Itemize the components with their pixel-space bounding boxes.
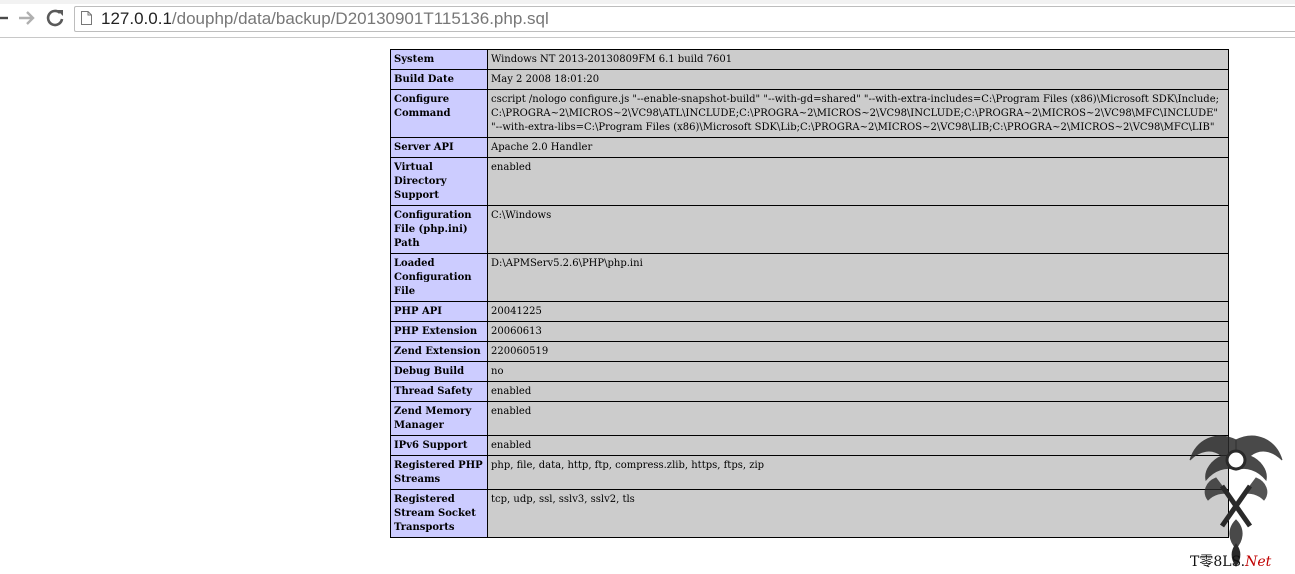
reload-icon[interactable] — [44, 8, 66, 28]
info-key: Registered PHP Streams — [390, 455, 488, 490]
toolbar-top-stripe — [0, 0, 1295, 4]
info-row: Thread Safety enabled — [390, 381, 1229, 402]
forward-arrow-icon[interactable] — [17, 8, 37, 28]
info-value: tcp, udp, ssl, sslv3, sslv2, tls — [487, 489, 1229, 538]
info-row: Loaded Configuration File D:\APMServ5.2.6… — [390, 253, 1229, 302]
info-value: C:\Windows — [487, 205, 1229, 254]
info-value: Windows NT 2013-20130809FM 6.1 build 760… — [487, 49, 1229, 70]
info-key: Zend Memory Manager — [390, 401, 488, 436]
dragon-logo-watermark — [1189, 435, 1283, 567]
info-row: Build Date May 2 2008 18:01:20 — [390, 69, 1229, 90]
info-key: Virtual Directory Support — [390, 157, 488, 206]
info-value: May 2 2008 18:01:20 — [487, 69, 1229, 90]
info-value: 220060519 — [487, 341, 1229, 362]
info-row: Configuration File (php.ini) Path C:\Wind… — [390, 205, 1229, 254]
info-value: D:\APMServ5.2.6\PHP\php.ini — [487, 253, 1229, 302]
info-key: Server API — [390, 137, 488, 158]
info-value: Apache 2.0 Handler — [487, 137, 1229, 158]
watermark-text: T零8LS.Net — [1190, 551, 1271, 571]
address-bar[interactable]: 127.0.0.1/douphp/data/backup/D20130901T1… — [74, 6, 1295, 32]
info-key: Configuration File (php.ini) Path — [390, 205, 488, 254]
info-key: Loaded Configuration File — [390, 253, 488, 302]
info-key: PHP API — [390, 301, 488, 322]
info-row: Registered Stream Socket Transports tcp, … — [390, 489, 1229, 538]
info-key: Zend Extension — [390, 341, 488, 362]
info-value: no — [487, 361, 1229, 382]
page-icon — [81, 11, 92, 25]
browser-toolbar: 127.0.0.1/douphp/data/backup/D20130901T1… — [0, 0, 1295, 38]
info-key: Build Date — [390, 69, 488, 90]
info-value: php, file, data, http, ftp, compress.zli… — [487, 455, 1229, 490]
info-row: Virtual Directory Support enabled — [390, 157, 1229, 206]
info-key: PHP Extension — [390, 321, 488, 342]
info-value: enabled — [487, 401, 1229, 436]
info-value: cscript /nologo configure.js "--enable-s… — [487, 89, 1229, 138]
back-arrow-icon[interactable] — [0, 8, 8, 28]
info-key: Debug Build — [390, 361, 488, 382]
watermark-text-black: T零8LS. — [1190, 554, 1246, 570]
info-key: Configure Command — [390, 89, 488, 138]
info-row: Configure Command cscript /nologo configu… — [390, 89, 1229, 138]
info-value: enabled — [487, 381, 1229, 402]
info-row: Debug Build no — [390, 361, 1229, 382]
info-row: System Windows NT 2013-20130809FM 6.1 bui… — [390, 49, 1229, 70]
info-value: 20041225 — [487, 301, 1229, 322]
url-host: 127.0.0.1 — [101, 9, 172, 28]
info-value: enabled — [487, 435, 1229, 456]
watermark-text-red: Net — [1245, 554, 1272, 570]
info-row: Zend Memory Manager enabled — [390, 401, 1229, 436]
info-value: 20060613 — [487, 321, 1229, 342]
info-row: Server API Apache 2.0 Handler — [390, 137, 1229, 158]
info-row: PHP Extension 20060613 — [390, 321, 1229, 342]
info-key: Registered Stream Socket Transports — [390, 489, 488, 538]
info-row: PHP API 20041225 — [390, 301, 1229, 322]
info-key: IPv6 Support — [390, 435, 488, 456]
info-value: enabled — [487, 157, 1229, 206]
info-row: Zend Extension 220060519 — [390, 341, 1229, 362]
url-text[interactable]: 127.0.0.1/douphp/data/backup/D20130901T1… — [101, 8, 549, 30]
php-info-body: System Windows NT 2013-20130809FM 6.1 bui… — [390, 49, 1229, 538]
info-key: System — [390, 49, 488, 70]
info-row: IPv6 Support enabled — [390, 435, 1229, 456]
php-info-table: System Windows NT 2013-20130809FM 6.1 bui… — [390, 49, 1229, 538]
url-path: /douphp/data/backup/D20130901T115136.php… — [171, 9, 549, 28]
info-key: Thread Safety — [390, 381, 488, 402]
info-row: Registered PHP Streams php, file, data, h… — [390, 455, 1229, 490]
